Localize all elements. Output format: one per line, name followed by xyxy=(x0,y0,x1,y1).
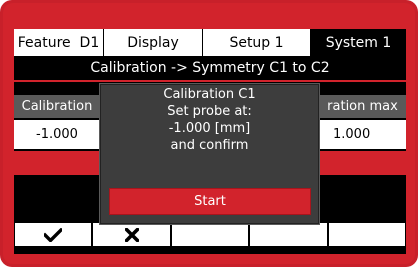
function-key-4[interactable] xyxy=(250,223,327,246)
x-icon xyxy=(124,227,139,242)
calibration-max-header: ration max xyxy=(327,99,398,114)
tab-display[interactable]: Display xyxy=(104,29,203,56)
tab-label: Setup 1 xyxy=(229,34,284,51)
display-screen: Feature D1 Display Setup 1 System 1 Cali… xyxy=(14,29,406,254)
page-title: Calibration -> Symmetry C1 to C2 xyxy=(14,56,406,80)
tab-label: Feature D1 xyxy=(17,34,100,51)
calibration-min-value[interactable]: -1.000 xyxy=(14,120,100,149)
bottom-strip xyxy=(14,247,406,254)
tab-setup-1[interactable]: Setup 1 xyxy=(203,29,311,56)
calibration-max-value[interactable]: 1.000 xyxy=(319,120,406,149)
tab-system-1[interactable]: System 1 xyxy=(311,29,406,56)
dialog-target-value: -1.000 [mm] xyxy=(168,121,251,136)
title-divider xyxy=(14,80,406,82)
tab-label: System 1 xyxy=(325,34,392,51)
dialog-instruction: Set probe at: xyxy=(167,104,252,119)
function-key-5[interactable] xyxy=(329,223,405,246)
function-key-row xyxy=(14,222,406,247)
page-title-text: Calibration -> Symmetry C1 to C2 xyxy=(90,60,330,76)
calibration-min-header: Calibration xyxy=(21,99,93,114)
start-button[interactable]: Start xyxy=(109,188,311,215)
dialog-title: Calibration C1 xyxy=(163,87,256,102)
tab-feature-d1[interactable]: Feature D1 xyxy=(14,29,104,56)
start-button-label: Start xyxy=(194,194,226,209)
tab-bar: Feature D1 Display Setup 1 System 1 xyxy=(14,29,406,56)
cancel-button[interactable] xyxy=(93,223,170,246)
checkmark-icon xyxy=(44,227,62,242)
calibration-dialog: Calibration C1 Set probe at: -1.000 [mm]… xyxy=(100,84,319,224)
function-key-3[interactable] xyxy=(172,223,248,246)
dialog-confirm-text: and confirm xyxy=(170,138,249,153)
tab-label: Display xyxy=(127,34,179,51)
confirm-button[interactable] xyxy=(15,223,91,246)
